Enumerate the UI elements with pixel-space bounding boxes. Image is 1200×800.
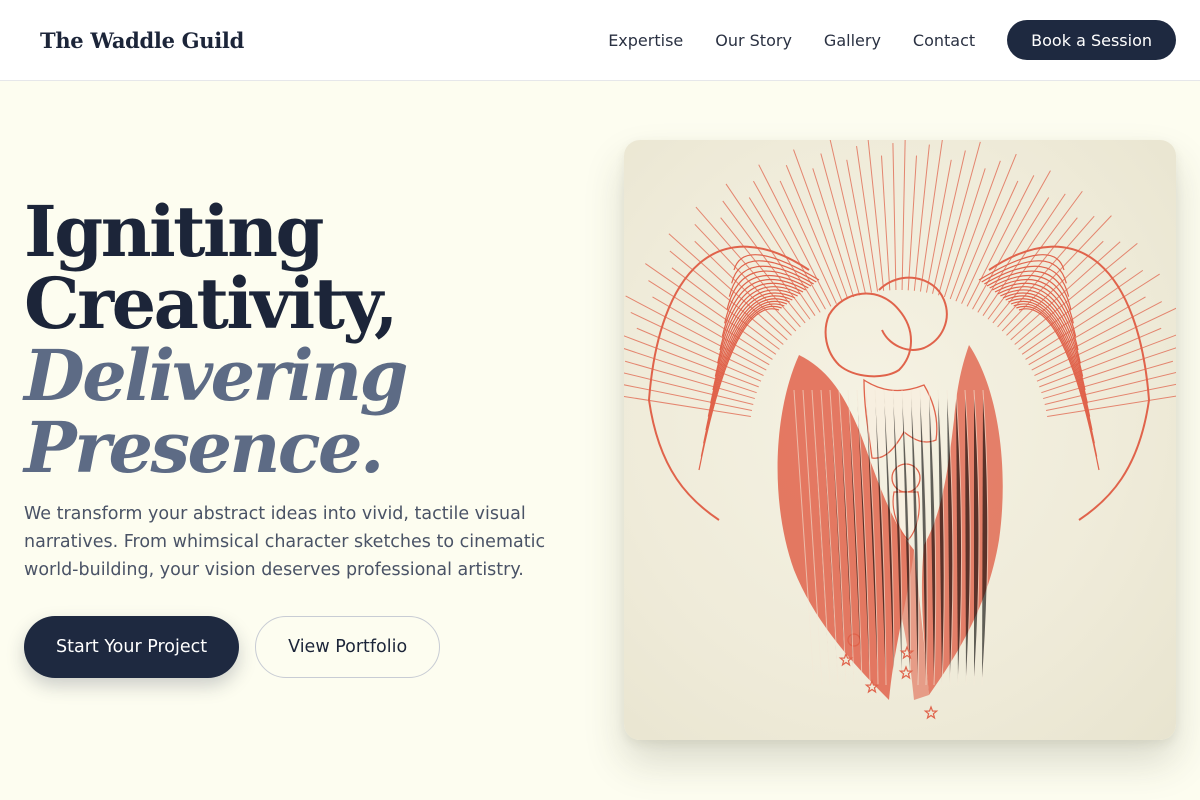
nav-link-expertise[interactable]: Expertise <box>608 31 683 50</box>
nav-link-gallery[interactable]: Gallery <box>824 31 881 50</box>
headline-line-3: Delivering <box>24 334 408 417</box>
nav-link-contact[interactable]: Contact <box>913 31 975 50</box>
hero-illustration-card <box>624 140 1176 740</box>
start-project-button[interactable]: Start Your Project <box>24 616 240 678</box>
view-portfolio-button[interactable]: View Portfolio <box>255 616 441 678</box>
headline-line-4: Presence. <box>24 406 384 489</box>
hero-copy: Igniting Creativity, Delivering Presence… <box>24 196 584 678</box>
hero-headline: Igniting Creativity, Delivering Presence… <box>24 196 584 484</box>
headline-line-2: Creativity, <box>24 262 398 345</box>
hero-cta-row: Start Your Project View Portfolio <box>24 616 584 678</box>
angel-engraving-illustration <box>624 140 1176 720</box>
nav-link-our-story[interactable]: Our Story <box>715 31 792 50</box>
headline-line-1: Igniting <box>24 190 324 273</box>
main-nav: Expertise Our Story Gallery Contact Book… <box>608 20 1176 60</box>
book-session-button[interactable]: Book a Session <box>1007 20 1176 60</box>
brand-logo[interactable]: The Waddle Guild <box>40 28 244 53</box>
hero-description: We transform your abstract ideas into vi… <box>24 504 546 580</box>
site-header: The Waddle Guild Expertise Our Story Gal… <box>0 0 1200 81</box>
